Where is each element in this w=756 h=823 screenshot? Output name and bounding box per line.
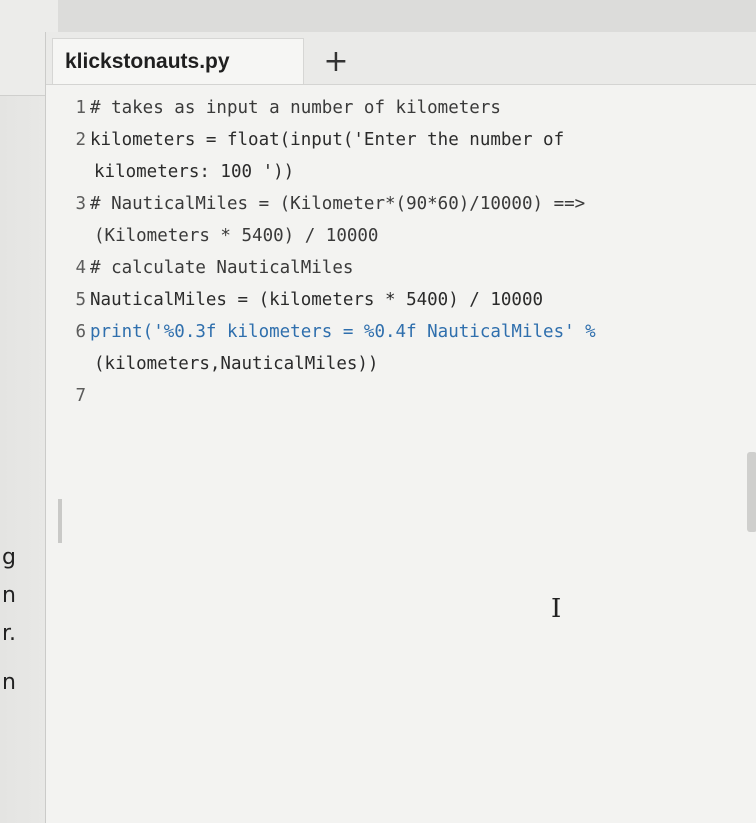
- line-number: 1: [75, 98, 86, 118]
- line-number: 4: [75, 258, 86, 278]
- code-text: (kilometers,NauticalMiles)): [94, 354, 379, 374]
- new-tab-button[interactable]: +: [314, 40, 358, 82]
- left-text-fragment: g: [2, 545, 16, 570]
- code-line-4[interactable]: 4 # calculate NauticalMiles: [46, 253, 353, 283]
- code-text: (Kilometers * 5400) / 10000: [94, 226, 379, 246]
- fold-marker: [58, 499, 62, 543]
- line-number: 6: [75, 322, 86, 342]
- code-line-6-wrap[interactable]: (kilometers,NauticalMiles)): [46, 349, 378, 379]
- code-line-7[interactable]: 7: [46, 381, 90, 411]
- code-editor[interactable]: 1 # takes as input a number of kilometers…: [46, 87, 756, 823]
- line-number: 7: [75, 386, 86, 406]
- code-text: NauticalMiles = (kilometers * 5400) / 10…: [90, 290, 544, 310]
- code-line-3-wrap[interactable]: (Kilometers * 5400) / 10000: [46, 221, 378, 251]
- i-beam-icon: I: [551, 594, 562, 624]
- plus-icon: +: [323, 43, 349, 79]
- code-text: # takes as input a number of kilometers: [90, 98, 501, 118]
- code-line-2-wrap[interactable]: kilometers: 100 ')): [46, 157, 294, 187]
- code-line-6[interactable]: 6 print('%0.3f kilometers = %0.4f Nautica…: [46, 317, 596, 347]
- left-text-fragment: n: [2, 670, 16, 695]
- editor-window: klickstonauts.py + 1 # takes as input a n…: [45, 32, 756, 823]
- code-line-1[interactable]: 1 # takes as input a number of kilometers: [46, 93, 501, 123]
- line-number: 3: [75, 194, 86, 214]
- code-line-3[interactable]: 3 # NauticalMiles = (Kilometer*(90*60)/10…: [46, 189, 585, 219]
- tab-label: klickstonauts.py: [65, 49, 230, 73]
- tab-klickstonauts[interactable]: klickstonauts.py: [52, 38, 304, 84]
- left-text-fragment: n: [2, 583, 16, 608]
- code-text: kilometers = float(input('Enter the numb…: [90, 130, 565, 150]
- tab-bar: klickstonauts.py +: [46, 32, 756, 85]
- code-line-2[interactable]: 2 kilometers = float(input('Enter the num…: [46, 125, 564, 155]
- code-text: # calculate NauticalMiles: [90, 258, 354, 278]
- code-line-5[interactable]: 5 NauticalMiles = (kilometers * 5400) / 1…: [46, 285, 543, 315]
- code-text: print('%0.3f kilometers = %0.4f Nautical…: [90, 322, 596, 342]
- code-text: # NauticalMiles = (Kilometer*(90*60)/100…: [90, 194, 586, 214]
- line-number: 5: [75, 290, 86, 310]
- code-text: kilometers: 100 ')): [94, 162, 295, 182]
- line-number: 2: [75, 130, 86, 150]
- left-text-fragment: r.: [2, 621, 17, 646]
- vertical-scrollbar[interactable]: [747, 452, 756, 532]
